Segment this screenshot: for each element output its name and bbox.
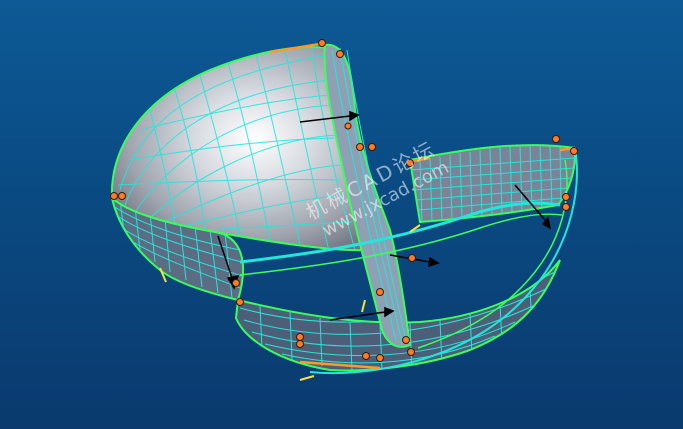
control-point[interactable] <box>356 143 364 151</box>
control-point[interactable] <box>118 192 126 200</box>
control-point[interactable] <box>336 50 344 58</box>
control-point[interactable] <box>552 135 560 143</box>
control-point[interactable] <box>296 333 304 341</box>
control-point[interactable] <box>110 192 118 200</box>
control-point[interactable] <box>562 193 570 201</box>
model-canvas[interactable] <box>0 0 683 429</box>
control-point[interactable] <box>406 159 414 167</box>
control-point[interactable] <box>376 354 384 362</box>
control-point[interactable] <box>376 288 384 296</box>
control-point[interactable] <box>368 143 376 151</box>
control-point[interactable] <box>232 279 240 287</box>
control-point[interactable] <box>570 147 578 155</box>
control-point[interactable] <box>296 340 304 348</box>
control-point[interactable] <box>407 348 415 356</box>
control-point[interactable] <box>236 298 244 306</box>
model-viewport[interactable]: 机械CAD论坛 www.jxcad.com <box>0 0 683 429</box>
control-point[interactable] <box>344 122 352 130</box>
control-point[interactable] <box>318 39 326 47</box>
control-point[interactable] <box>408 254 416 262</box>
control-point[interactable] <box>562 203 570 211</box>
control-point[interactable] <box>402 336 410 344</box>
control-point[interactable] <box>362 352 370 360</box>
